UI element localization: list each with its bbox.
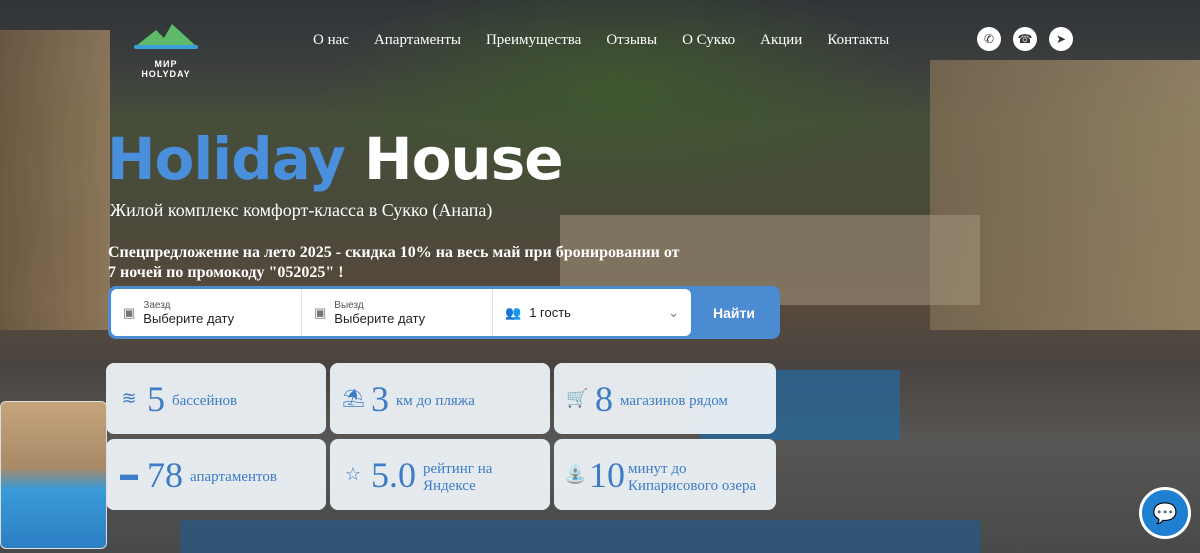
pool-photo-thumbnail[interactable] <box>0 401 107 549</box>
hero-subtitle: Жилой комплекс комфорт-класса в Сукко (А… <box>110 200 493 220</box>
nav-contacts[interactable]: Контакты <box>827 32 889 49</box>
feature-card: ⛱ 3 км до пляжа <box>330 363 550 434</box>
guests-value: 1 гость <box>529 305 571 320</box>
beach-umbrella-icon: ⛱ <box>342 388 365 408</box>
nav-sukko[interactable]: О Сукко <box>682 32 735 49</box>
checkout-field[interactable]: ▣ Выезд Выберите дату <box>302 289 493 336</box>
users-icon: 👥 <box>505 304 522 320</box>
chat-icon: 💬 <box>1152 502 1178 525</box>
feature-cards: ≋ 5 бассейнов ⛱ 3 км до пляжа 🛒 8 магазинов ря… <box>106 363 776 510</box>
telegram-icon[interactable]: ➤ <box>1049 27 1073 51</box>
feature-label: магазинов рядом <box>620 393 728 409</box>
nav-reviews[interactable]: Отзывы <box>606 32 657 49</box>
checkout-value: Выберите дату <box>334 310 426 326</box>
feature-number: 10 <box>589 454 625 495</box>
feature-card: ≋ 5 бассейнов <box>106 363 326 434</box>
hero-title: Holiday House <box>107 125 564 193</box>
feature-label: минут до Кипарисового озера <box>628 460 757 494</box>
social-links: ✆ ☎ ➤ <box>977 27 1073 51</box>
nav-about[interactable]: О нас <box>313 32 349 49</box>
calendar-icon: ▣ <box>314 304 327 320</box>
guests-select[interactable]: 👥 1 гость ⌄ <box>493 289 691 336</box>
feature-card: ⛲ 10 минут до Кипарисового озера <box>554 439 776 510</box>
nav-apartments[interactable]: Апартаменты <box>374 32 461 49</box>
feature-number: 8 <box>595 378 613 419</box>
nav-advantages[interactable]: Преимущества <box>486 32 581 49</box>
feature-label: апартаментов <box>190 469 277 485</box>
feature-number: 5 <box>147 378 165 419</box>
feature-number: 5.0 <box>371 454 416 495</box>
feature-label: км до пляжа <box>396 393 475 409</box>
title-white: House <box>364 125 564 193</box>
mountain-logo-icon <box>134 24 198 49</box>
booking-form: ▣ Заезд Выберите дату ▣ Выезд Выберите дат… <box>108 286 780 339</box>
feature-number: 3 <box>371 378 389 419</box>
star-icon: ☆ <box>344 464 362 484</box>
checkin-value: Выберите дату <box>143 310 235 326</box>
chevron-down-icon: ⌄ <box>668 304 679 320</box>
lake-icon: ⛲ <box>564 464 587 484</box>
calendar-icon: ▣ <box>123 304 136 320</box>
feature-label: бассейнов <box>172 393 238 409</box>
logo-text: МИР HOLYDAY <box>141 59 191 79</box>
nav-promotions[interactable]: Акции <box>760 32 802 49</box>
bed-icon: ▬ <box>120 464 138 484</box>
feature-card: ☆ 5.0 рейтинг на Яндексе <box>330 439 550 510</box>
logo[interactable]: МИР HOLYDAY <box>130 20 202 79</box>
feature-card: ▬ 78 апартаментов <box>106 439 326 510</box>
feature-card: 🛒 8 магазинов рядом <box>554 363 776 434</box>
search-button[interactable]: Найти <box>691 289 777 336</box>
checkin-field[interactable]: ▣ Заезд Выберите дату <box>111 289 302 336</box>
cart-icon: 🛒 <box>566 388 589 408</box>
main-nav: О нас Апартаменты Преимущества Отзывы О … <box>313 32 889 49</box>
promo-text: Спецпредложение на лето 2025 - скидка 10… <box>108 244 680 281</box>
checkin-label: Заезд <box>143 299 171 311</box>
feature-label: рейтинг на Яндексе <box>423 460 493 494</box>
whatsapp-icon[interactable]: ✆ <box>977 27 1001 51</box>
chat-button[interactable]: 💬 <box>1139 487 1191 539</box>
phone-icon[interactable]: ☎ <box>1013 27 1037 51</box>
title-blue: Holiday <box>107 125 346 193</box>
checkout-label: Выезд <box>334 299 364 311</box>
feature-number: 78 <box>147 454 183 495</box>
swimmer-icon: ≋ <box>121 388 137 408</box>
